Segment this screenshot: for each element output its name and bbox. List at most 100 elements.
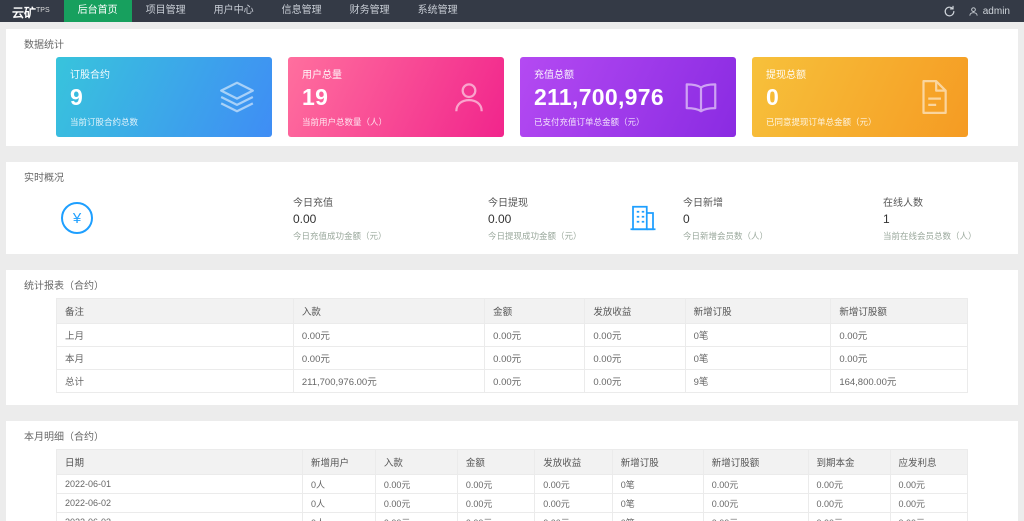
user-menu[interactable]: admin xyxy=(968,6,1010,17)
report-table: 备注 入款 金额 发放收益 新增订股 新增订股额 上月 0.00元 0.00元 0.00元 0笔 0… xyxy=(56,298,968,393)
realtime-row: ¥ 今日充值 0.00 今日充值成功金额（元） 今日提现 0.00 今日提现成功… xyxy=(6,190,1018,254)
column-header: 到期本金 xyxy=(807,449,891,475)
table-cell: 0.00元 xyxy=(584,369,686,393)
detail-table: 日期 新增用户 入款 金额 发放收益 新增订股 新增订股额 到期本金 应发利息 2022-06-… xyxy=(56,449,969,521)
stat-card-withdraw: 提现总额 0 已同意提现订单总金额（元） xyxy=(752,57,968,137)
top-navbar: 云矿TPS 后台首页 项目管理 用户中心 信息管理 财务管理 系统管理 admin xyxy=(0,0,1024,22)
table-cell: 0人 xyxy=(301,512,376,521)
table-cell: 211,700,976.00元 xyxy=(292,369,486,393)
nav-menu: 后台首页 项目管理 用户中心 信息管理 财务管理 系统管理 xyxy=(63,0,472,22)
table-cell: 0.00元 xyxy=(456,493,536,513)
table-cell: 0笔 xyxy=(611,512,704,521)
nav-item-0[interactable]: 后台首页 xyxy=(63,0,132,22)
column-header: 新增订股额 xyxy=(830,298,968,324)
section-title-detail: 本月明细（合约） xyxy=(24,432,104,443)
app-logo-text: 云矿 xyxy=(12,6,37,20)
user-icon xyxy=(450,78,488,116)
stat-label: 在线人数 xyxy=(883,198,923,209)
column-header: 新增订股 xyxy=(684,298,832,324)
realtime-stat-withdraw: 今日提现 0.00 今日提现成功金额（元） xyxy=(488,194,598,242)
stat-card-recharge: 充值总额 211,700,976 已支付充值订单总金额（元） xyxy=(520,57,736,137)
table-cell: 2022-06-03 xyxy=(56,512,303,521)
column-header: 发放收益 xyxy=(584,298,686,324)
table-cell: 0人 xyxy=(301,493,376,513)
table-cell: 0笔 xyxy=(611,474,704,494)
stat-label: 今日充值 xyxy=(293,198,333,209)
table-cell: 0.00元 xyxy=(484,346,586,370)
table-cell: 总计 xyxy=(56,369,294,393)
table-cell: 0人 xyxy=(301,474,376,494)
stat-label: 今日提现 xyxy=(488,198,528,209)
table-cell: 0.00元 xyxy=(807,512,891,521)
layers-icon xyxy=(218,78,256,116)
bank-icon xyxy=(628,203,658,233)
realtime-stat-recharge: 今日充值 0.00 今日充值成功金额（元） xyxy=(293,194,403,242)
table-cell: 0.00元 xyxy=(807,474,891,494)
table-row: 2022-06-02 0人 0.00元 0.00元 0.00元 0笔 0.00元 0.00元 0… xyxy=(56,493,969,513)
table-cell: 0.00元 xyxy=(889,512,969,521)
nav-item-1[interactable]: 项目管理 xyxy=(132,0,200,22)
data-stats-panel: 数据统计 订股合约 9 当前订股合约总数 用户总量 19 当前用户总数量（人） xyxy=(6,29,1018,146)
column-header: 日期 xyxy=(56,449,303,475)
table-cell: 0笔 xyxy=(611,493,704,513)
yen-icon: ¥ xyxy=(61,202,93,234)
table-row: 2022-06-01 0人 0.00元 0.00元 0.00元 0笔 0.00元 0.00元 0… xyxy=(56,474,969,494)
realtime-stat-new-members: 今日新增 0 今日新增会员数（人） xyxy=(683,194,793,242)
table-cell: 0.00元 xyxy=(889,493,969,513)
navbar-right: admin xyxy=(943,0,1024,22)
table-cell: 0.00元 xyxy=(374,493,458,513)
table-cell: 2022-06-01 xyxy=(56,474,303,494)
table-cell: 0笔 xyxy=(684,346,832,370)
table-row: 总计 211,700,976.00元 0.00元 0.00元 9笔 164,800.00元 xyxy=(56,369,968,393)
user-icon xyxy=(969,6,978,16)
refresh-icon[interactable] xyxy=(943,5,956,18)
app-logo-sup: TPS xyxy=(36,7,50,14)
table-cell: 0.00元 xyxy=(584,346,686,370)
app-logo: 云矿TPS xyxy=(0,0,64,22)
username-label: admin xyxy=(982,5,1010,17)
column-header: 备注 xyxy=(56,298,294,324)
column-header: 应发利息 xyxy=(889,449,969,475)
section-title-data-stats: 数据统计 xyxy=(24,40,64,51)
stat-value: 0 xyxy=(683,212,690,226)
column-header: 新增订股额 xyxy=(702,449,809,475)
table-cell: 本月 xyxy=(56,346,294,370)
table-cell: 0.00元 xyxy=(484,323,586,347)
stat-label: 今日新增 xyxy=(683,198,723,209)
table-cell: 0笔 xyxy=(684,323,832,347)
table-cell: 0.00元 xyxy=(292,346,486,370)
nav-item-5[interactable]: 系统管理 xyxy=(404,0,472,22)
stat-subtitle: 今日新增会员数（人） xyxy=(683,231,769,241)
nav-item-2[interactable]: 用户中心 xyxy=(200,0,268,22)
table-header-row: 备注 入款 金额 发放收益 新增订股 新增订股额 xyxy=(56,298,968,324)
nav-item-3[interactable]: 信息管理 xyxy=(268,0,336,22)
column-header: 金额 xyxy=(456,449,536,475)
table-row: 上月 0.00元 0.00元 0.00元 0笔 0.00元 xyxy=(56,323,968,347)
main-content: 数据统计 订股合约 9 当前订股合约总数 用户总量 19 当前用户总数量（人） xyxy=(0,22,1024,521)
card-subtitle: 已支付充值订单总金额（元） xyxy=(534,117,645,127)
card-subtitle: 当前订股合约总数 xyxy=(70,117,139,127)
book-icon xyxy=(682,78,720,116)
table-cell: 0.00元 xyxy=(484,369,586,393)
table-cell: 0.00元 xyxy=(534,474,613,494)
file-icon xyxy=(914,78,952,116)
stat-card-contracts: 订股合约 9 当前订股合约总数 xyxy=(56,57,272,137)
table-cell: 0.00元 xyxy=(702,493,809,513)
table-cell: 0.00元 xyxy=(374,512,458,521)
table-row: 2022-06-030人0.00元0.00元0.00元0笔0.00元0.00元0… xyxy=(56,512,969,521)
table-cell: 0.00元 xyxy=(702,512,809,521)
table-cell: 0.00元 xyxy=(456,512,536,521)
table-cell: 上月 xyxy=(56,323,294,347)
table-cell: 164,800.00元 xyxy=(830,369,968,393)
realtime-stat-online: 在线人数 1 当前在线会员总数（人） xyxy=(883,194,1003,242)
column-header: 入款 xyxy=(374,449,458,475)
realtime-panel: 实时概况 ¥ 今日充值 0.00 今日充值成功金额（元） 今日提现 0.00 今… xyxy=(6,162,1018,254)
report-table-wrap: 备注 入款 金额 发放收益 新增订股 新增订股额 上月 0.00元 0.00元 0.00元 0笔 0… xyxy=(6,298,1018,405)
stat-subtitle: 今日提现成功金额（元） xyxy=(488,231,582,241)
table-cell: 0.00元 xyxy=(830,323,968,347)
stat-card-users: 用户总量 19 当前用户总数量（人） xyxy=(288,57,504,137)
section-title-realtime: 实时概况 xyxy=(24,173,64,184)
table-cell: 0.00元 xyxy=(830,346,968,370)
nav-item-4[interactable]: 财务管理 xyxy=(336,0,404,22)
section-title-report: 统计报表（合约） xyxy=(24,281,104,292)
